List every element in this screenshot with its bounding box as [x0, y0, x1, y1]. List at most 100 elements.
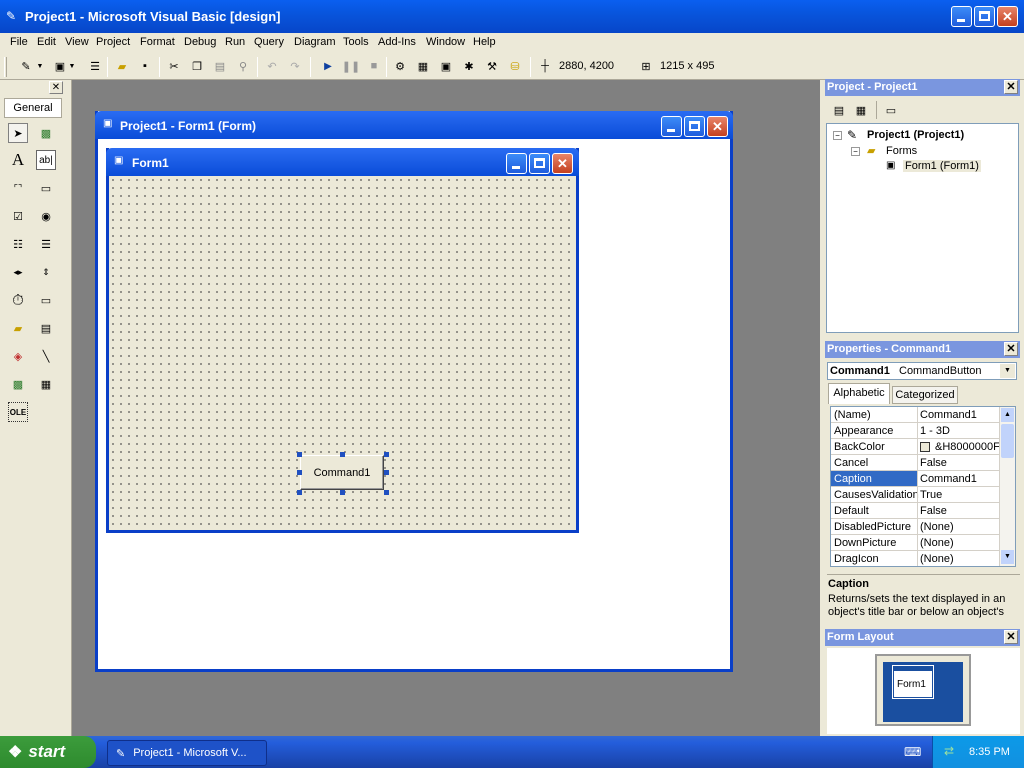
form1-titlebar[interactable]: ▣ Form1 ✕ — [106, 148, 579, 176]
dirlistbox-tool-icon[interactable]: ▰ — [8, 318, 28, 338]
optionbutton-tool-icon[interactable]: ◉ — [36, 206, 56, 226]
property-row[interactable]: CausesValidation True — [831, 487, 999, 503]
close-button[interactable]: ✕ — [997, 6, 1018, 27]
property-row[interactable]: DragIcon (None) — [831, 551, 1000, 566]
data-tool-icon[interactable]: ▦ — [36, 374, 56, 394]
selection-handle[interactable] — [384, 452, 389, 457]
keyboard-icon[interactable]: ⌨ — [904, 745, 921, 759]
scroll-thumb[interactable] — [1001, 424, 1014, 458]
menu-file[interactable]: File — [10, 36, 28, 48]
layout-form1-thumbnail[interactable]: Form1 — [892, 665, 934, 699]
end-icon[interactable]: ■ — [366, 58, 382, 74]
property-value[interactable]: Command1 — [920, 409, 1000, 421]
property-value[interactable]: False — [920, 505, 1000, 517]
property-row[interactable]: BackColor &H8000000F — [831, 439, 999, 455]
tree-project-node[interactable]: Project1 (Project1) — [867, 129, 964, 141]
clock[interactable]: 8:35 PM — [969, 746, 1010, 758]
vscrollbar-tool-icon[interactable]: ⇕ — [36, 262, 56, 282]
properties-close-button[interactable]: ✕ — [1004, 342, 1018, 356]
menu-help[interactable]: Help — [473, 36, 496, 48]
open-project-icon[interactable]: ▰ — [114, 58, 130, 74]
hscrollbar-tool-icon[interactable]: ◂▸ — [8, 262, 28, 282]
menu-tools[interactable]: Tools — [343, 36, 369, 48]
property-scrollbar[interactable]: ▲ ▼ — [999, 407, 1015, 566]
property-value[interactable]: &H8000000F — [935, 441, 999, 453]
start-button[interactable]: ❖ start — [0, 736, 96, 768]
toolbox-icon[interactable]: ⚒ — [484, 58, 500, 74]
property-row[interactable]: DownPicture (None) — [831, 535, 999, 551]
line-tool-icon[interactable]: ╲ — [36, 346, 56, 366]
filelistbox-tool-icon[interactable]: ▤ — [36, 318, 56, 338]
redo-icon[interactable]: ↷ — [287, 58, 303, 74]
menu-add-ins[interactable]: Add-Ins — [378, 36, 416, 48]
find-icon[interactable]: ⚲ — [235, 58, 251, 74]
timer-tool-icon[interactable]: ⏱ — [8, 290, 28, 310]
toolbox-close-button[interactable]: ✕ — [49, 81, 63, 94]
designer-maximize-button[interactable] — [684, 116, 705, 137]
property-value[interactable]: Command1 — [920, 473, 1000, 485]
data-view-icon[interactable]: ⛁ — [507, 58, 523, 74]
scroll-up-icon[interactable]: ▲ — [1001, 408, 1014, 422]
checkbox-tool-icon[interactable]: ☑ — [8, 206, 28, 226]
save-project-icon[interactable]: ▪ — [137, 58, 153, 74]
ole-tool-icon[interactable]: OLE — [8, 402, 28, 422]
selection-handle[interactable] — [297, 470, 302, 475]
property-row[interactable]: DisabledPicture (None) — [831, 519, 999, 535]
network-icon[interactable]: ⇄ — [944, 744, 954, 758]
commandbutton-tool-icon[interactable]: ▭ — [36, 178, 56, 198]
project-explorer-icon[interactable]: ⚙ — [392, 58, 408, 74]
view-code-icon[interactable]: ▤ — [829, 100, 849, 120]
menu-run[interactable]: Run — [225, 36, 245, 48]
property-value[interactable]: True — [920, 489, 1000, 501]
menu-project[interactable]: Project — [96, 36, 130, 48]
frame-tool-icon[interactable]: ⌜⌝ — [8, 178, 28, 198]
tab-categorized[interactable]: Categorized — [892, 386, 958, 404]
collapse-icon[interactable]: − — [851, 147, 860, 156]
property-value[interactable]: False — [920, 457, 1000, 469]
menu-editor-icon[interactable]: ☰ — [87, 58, 103, 74]
menu-debug[interactable]: Debug — [184, 36, 216, 48]
toggle-folders-icon[interactable]: ▭ — [881, 100, 901, 120]
property-value[interactable]: (None) — [920, 521, 1000, 533]
combobox-tool-icon[interactable]: ☷ — [8, 234, 28, 254]
minimize-button[interactable] — [951, 6, 972, 27]
dropdown-arrow-icon[interactable]: ▼ — [68, 58, 76, 74]
selection-handle[interactable] — [297, 490, 302, 495]
object-selector[interactable]: Command1 CommandButton ▼ — [827, 362, 1017, 380]
dropdown-arrow-icon[interactable]: ▼ — [36, 58, 44, 74]
shape-tool-icon[interactable]: ◈ — [8, 346, 28, 366]
tree-forms-folder[interactable]: Forms — [886, 145, 917, 157]
property-value[interactable]: (None) — [920, 537, 1000, 549]
copy-icon[interactable]: ❐ — [189, 58, 205, 74]
property-value[interactable]: (None) — [920, 553, 1000, 565]
property-row[interactable]: Default False — [831, 503, 999, 519]
form1-minimize-button[interactable] — [506, 153, 527, 174]
collapse-icon[interactable]: − — [833, 131, 842, 140]
undo-icon[interactable]: ↶ — [264, 58, 280, 74]
start-icon[interactable]: ▶ — [320, 58, 336, 74]
form-layout-close-button[interactable]: ✕ — [1004, 630, 1018, 644]
pointer-tool-icon[interactable]: ➤ — [8, 123, 28, 143]
tab-alphabetic[interactable]: Alphabetic — [828, 383, 890, 404]
listbox-tool-icon[interactable]: ☰ — [36, 234, 56, 254]
drivelistbox-tool-icon[interactable]: ▭ — [36, 290, 56, 310]
cut-icon[interactable]: ✂ — [166, 58, 182, 74]
form-layout-icon[interactable]: ▣ — [438, 58, 454, 74]
menu-diagram[interactable]: Diagram — [294, 36, 336, 48]
command1-button[interactable]: Command1 — [300, 455, 384, 490]
properties-window-icon[interactable]: ▦ — [415, 58, 431, 74]
add-project-icon[interactable]: ✎ — [18, 58, 34, 74]
selection-handle[interactable] — [384, 470, 389, 475]
form1-maximize-button[interactable] — [529, 153, 550, 174]
menu-window[interactable]: Window — [426, 36, 465, 48]
toolbar-grip[interactable] — [4, 57, 7, 77]
menu-view[interactable]: View — [65, 36, 89, 48]
label-tool-icon[interactable]: A — [8, 150, 28, 170]
property-row-selected[interactable]: Caption Command1 — [831, 471, 999, 487]
selection-handle[interactable] — [340, 452, 345, 457]
chevron-down-icon[interactable]: ▼ — [1000, 364, 1015, 378]
form1-close-button[interactable]: ✕ — [552, 153, 573, 174]
toolbox-tab-general[interactable]: General — [4, 98, 62, 118]
vb-app-icon[interactable]: ✎ — [6, 9, 20, 23]
paste-icon[interactable]: ▤ — [212, 58, 228, 74]
